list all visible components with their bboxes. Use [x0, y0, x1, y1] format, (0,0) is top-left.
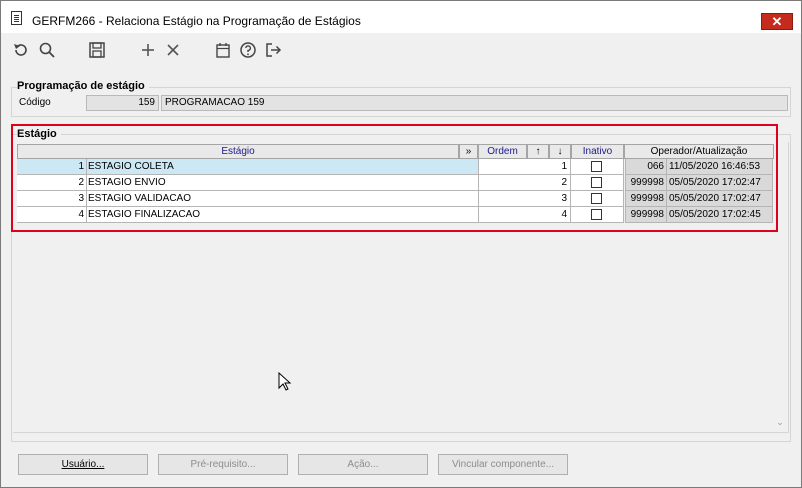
- prerequisito-button[interactable]: Pré-requisito...: [158, 454, 288, 475]
- calendar-icon[interactable]: [213, 40, 233, 60]
- codigo-field[interactable]: 159: [86, 95, 159, 111]
- toolbar: [1, 33, 801, 67]
- mouse-cursor-icon: [278, 372, 292, 391]
- save-icon[interactable]: [87, 40, 107, 60]
- highlight-box: [11, 124, 778, 232]
- delete-icon[interactable]: [163, 40, 183, 60]
- scroll-down-icon[interactable]: ⌄: [774, 417, 786, 429]
- close-button[interactable]: ✕: [761, 13, 793, 30]
- vincular-button-label: Vincular componente...: [451, 459, 555, 470]
- undo-icon[interactable]: [11, 40, 31, 60]
- search-icon[interactable]: [37, 40, 57, 60]
- programacao-group-label: Programação de estágio: [17, 80, 149, 92]
- usuario-button-label: Usuário...: [61, 459, 105, 470]
- window-title: GERFM266 - Relaciona Estágio na Programa…: [32, 14, 361, 28]
- document-icon: [11, 11, 22, 25]
- acao-button-label: Ação...: [347, 459, 379, 470]
- descricao-field[interactable]: PROGRAMACAO 159: [161, 95, 788, 111]
- main-window: GERFM266 - Relaciona Estágio na Programa…: [0, 0, 802, 488]
- exit-icon[interactable]: [263, 40, 283, 60]
- prerequisito-button-label: Pré-requisito...: [190, 459, 256, 470]
- title-bar: GERFM266 - Relaciona Estágio na Programa…: [1, 1, 801, 33]
- help-icon[interactable]: [238, 40, 258, 60]
- usuario-button[interactable]: Usuário...: [18, 454, 148, 475]
- add-icon[interactable]: [138, 40, 158, 60]
- codigo-label: Código: [19, 97, 51, 108]
- vincular-componente-button[interactable]: Vincular componente...: [438, 454, 568, 475]
- acao-button[interactable]: Ação...: [298, 454, 428, 475]
